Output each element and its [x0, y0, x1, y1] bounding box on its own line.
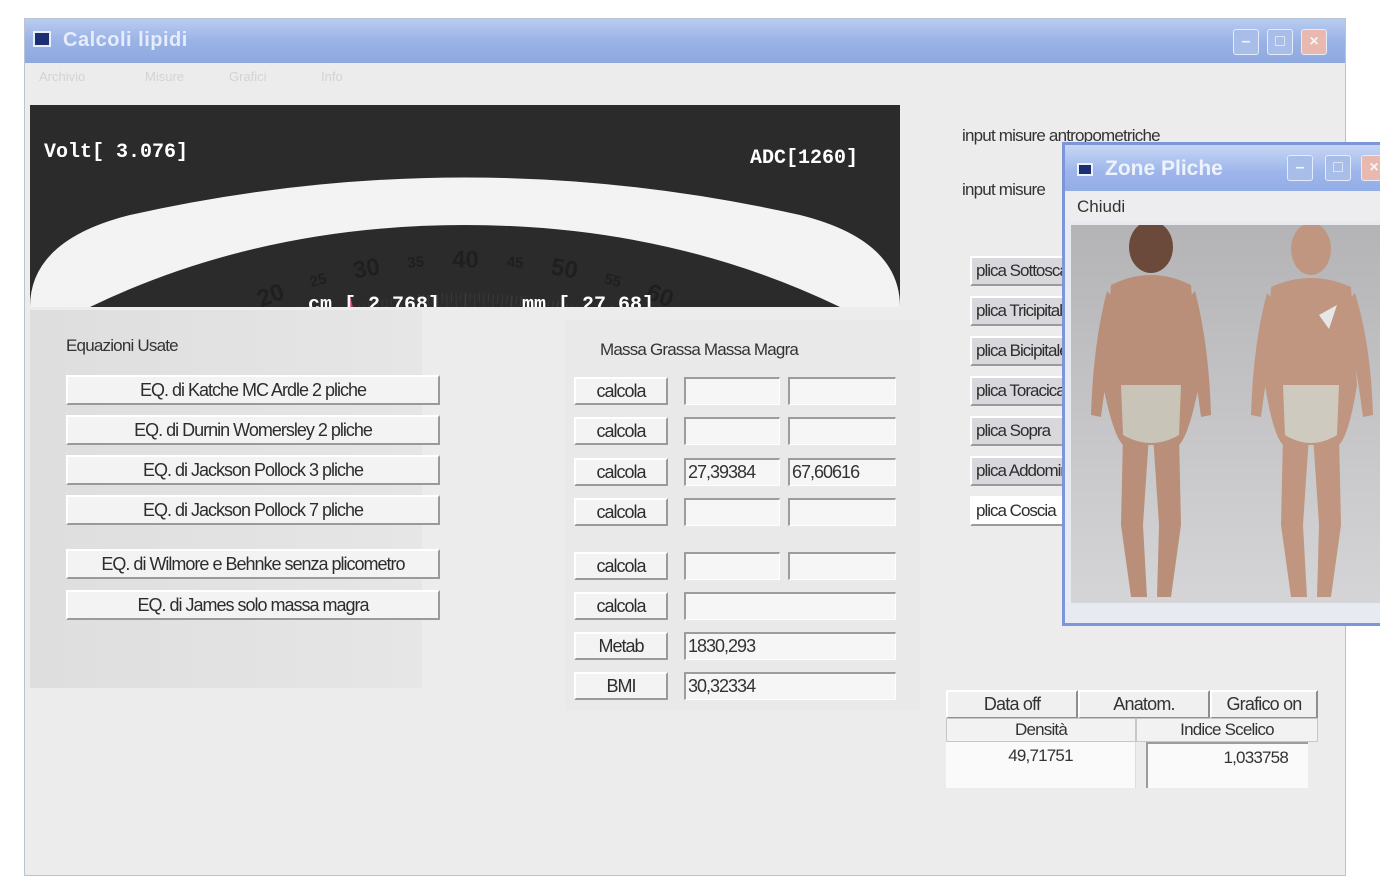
popup-minimize-button[interactable]: – — [1287, 155, 1313, 181]
gauge-label: 30 — [351, 253, 382, 284]
cm-readout: cm [ 2.768] — [308, 294, 440, 307]
front-figure-briefs — [1283, 385, 1339, 443]
tab-grafico-on[interactable]: Grafico on — [1210, 690, 1318, 718]
mm-readout: mm [ 27.68] — [522, 294, 654, 307]
menu-archivio[interactable]: Archivio — [39, 69, 85, 84]
gauge-label: 35 — [407, 253, 425, 271]
gauge-label: 45 — [506, 254, 524, 272]
massa-magra-field-3[interactable]: 67,60616 — [788, 458, 896, 486]
popup-title: Zone Pliche — [1105, 157, 1223, 180]
massa-grassa-field-2[interactable] — [684, 417, 780, 445]
back-figure-left-leg — [1121, 435, 1149, 597]
adc-readout: ADC[1260] — [750, 147, 858, 170]
metab-field[interactable]: 1830,293 — [684, 632, 896, 660]
back-figure-right-leg — [1153, 435, 1181, 597]
gauge-tick — [483, 293, 485, 307]
popup-app-icon[interactable] — [1077, 163, 1093, 176]
massa-grassa-field-3[interactable]: 27,39384 — [684, 458, 780, 486]
equations-label: Equazioni Usate — [66, 336, 179, 355]
popup-close-button[interactable]: × — [1361, 155, 1380, 181]
tab-anatom[interactable]: Anatom. — [1078, 690, 1210, 718]
eq-katch-mcardle-button[interactable]: EQ. di Katche MC Ardle 2 pliche — [66, 375, 440, 405]
calcola-button-2[interactable]: calcola — [574, 417, 668, 445]
body-zones-image — [1071, 221, 1380, 603]
eq-james-button[interactable]: EQ. di James solo massa magra — [66, 590, 440, 620]
back-figure-briefs — [1121, 385, 1181, 443]
back-figure-head — [1129, 221, 1173, 273]
zone-pliche-window: Zone Pliche – □ × Chiudi — [1062, 142, 1380, 626]
massa-magra-field-1[interactable] — [788, 377, 896, 405]
densita-value: 49,71751 — [946, 742, 1136, 788]
input-measures-label[interactable]: input misure — [962, 180, 1046, 200]
indice-scelico-header: Indice Scelico — [1136, 718, 1318, 742]
eq-wilmore-behnke-button[interactable]: EQ. di Wilmore e Behnke senza plicometro — [66, 549, 440, 579]
eq-jackson-pollock-3-button[interactable]: EQ. di Jackson Pollock 3 pliche — [66, 455, 440, 485]
popup-maximize-button[interactable]: □ — [1325, 155, 1351, 181]
calcola-button-5[interactable]: calcola — [574, 552, 668, 580]
massa-magra-field-2[interactable] — [788, 417, 896, 445]
calcola-button-6[interactable]: calcola — [574, 592, 668, 620]
anatomy-figures — [1091, 221, 1373, 597]
menu-bar: Archivio Misure Grafici Info — [25, 63, 1345, 89]
calcola-button-1[interactable]: calcola — [574, 377, 668, 405]
menu-misure[interactable]: Misure — [145, 69, 184, 84]
massa-magra-james-field[interactable] — [684, 592, 896, 620]
front-figure-head — [1291, 223, 1331, 275]
menu-chiudi[interactable]: Chiudi — [1077, 197, 1125, 217]
menu-info[interactable]: Info — [321, 69, 343, 84]
results-panel: Massa Grassa Massa Magra calcola calcola… — [566, 320, 920, 710]
massa-grassa-field-4[interactable] — [684, 498, 780, 526]
results-label: Massa Grassa Massa Magra — [600, 340, 799, 359]
popup-menu-bar: Chiudi — [1065, 191, 1380, 221]
popup-titlebar[interactable]: Zone Pliche – □ × — [1065, 145, 1380, 191]
caliper-gauge: 05101520253035404550556065707580 Volt[ 3… — [30, 105, 900, 307]
bmi-field[interactable]: 30,32334 — [684, 672, 896, 700]
eq-durnin-womersley-button[interactable]: EQ. di Durnin Womersley 2 pliche — [66, 415, 440, 445]
metab-button[interactable]: Metab — [574, 632, 668, 660]
bmi-button[interactable]: BMI — [574, 672, 668, 700]
densita-header: Densità — [946, 718, 1136, 742]
menu-grafici[interactable]: Grafici — [229, 69, 267, 84]
indice-scelico-value: 1,033758 — [1146, 742, 1308, 788]
window-title: Calcoli lipidi — [63, 29, 188, 51]
maximize-button[interactable]: □ — [1267, 29, 1293, 55]
front-figure-left-leg — [1281, 435, 1309, 597]
massa-magra-field-4[interactable] — [788, 498, 896, 526]
massa-magra-field-5[interactable] — [788, 552, 896, 580]
gauge-label: 50 — [549, 253, 580, 284]
main-titlebar[interactable]: Calcoli lipidi – □ × — [25, 19, 1345, 63]
volt-readout: Volt[ 3.076] — [44, 141, 188, 164]
massa-grassa-field-5[interactable] — [684, 552, 780, 580]
massa-grassa-field-1[interactable] — [684, 377, 780, 405]
gauge-tick — [497, 294, 499, 304]
calcola-button-3[interactable]: calcola — [574, 458, 668, 486]
app-icon[interactable] — [33, 31, 51, 47]
eq-jackson-pollock-7-button[interactable]: EQ. di Jackson Pollock 7 pliche — [66, 495, 440, 525]
calcola-button-4[interactable]: calcola — [574, 498, 668, 526]
gauge-label: 40 — [452, 246, 479, 273]
minimize-button[interactable]: – — [1233, 29, 1259, 55]
front-figure-right-leg — [1313, 435, 1341, 597]
close-button[interactable]: × — [1301, 29, 1327, 55]
tab-data-off[interactable]: Data off — [946, 690, 1078, 718]
